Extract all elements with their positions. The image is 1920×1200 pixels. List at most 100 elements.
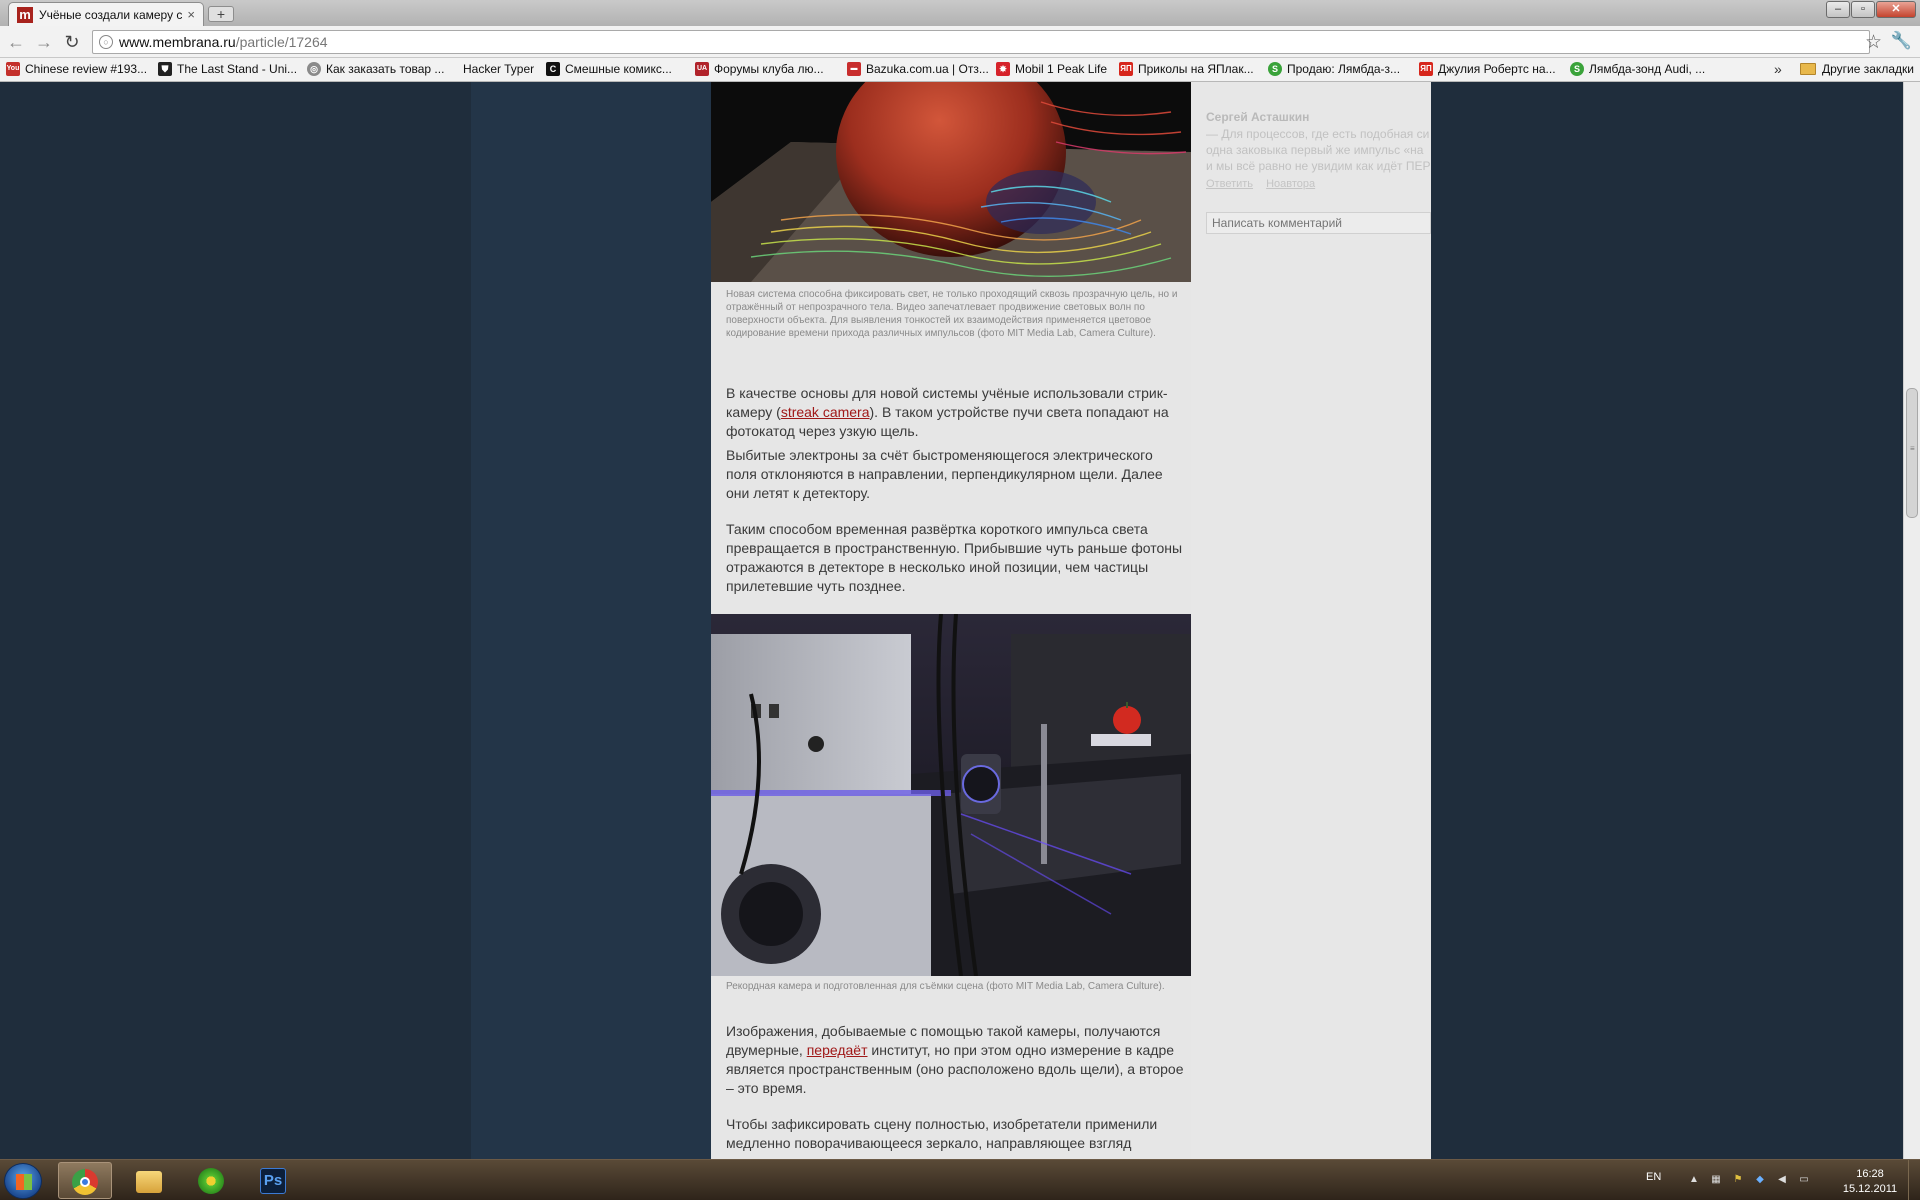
bookmark-item[interactable]: ▬ Bazuka.com.ua | Отз... xyxy=(847,62,989,76)
camera-setup-image xyxy=(711,614,1191,976)
membrana-favicon-icon: m xyxy=(17,6,33,23)
comment-input[interactable] xyxy=(1206,212,1431,234)
figure-tomato-light xyxy=(711,82,1191,282)
bookmark-item[interactable]: ЯП Джулия Робертс на... xyxy=(1419,62,1556,76)
address-bar[interactable]: ○ www.membrana.ru/particle/17264 xyxy=(92,30,1870,54)
tab-strip: m Учёные создали камеру с × + – ▫ ✕ xyxy=(0,0,1920,26)
bookmarks-bar: You Chinese review #193... ⛊ The Last St… xyxy=(0,58,1920,82)
bookmark-label: Лямбда-зонд Audi, ... xyxy=(1589,62,1706,76)
grip-icon: ≡ xyxy=(1910,444,1915,453)
bookmark-item[interactable]: ◎ Как заказать товар ... xyxy=(307,62,444,76)
bookmark-item[interactable]: UA Форумы клуба лю... xyxy=(695,62,824,76)
other-bookmarks-folder[interactable]: Другие закладки xyxy=(1800,62,1914,76)
article: Новая система способна фиксировать свет,… xyxy=(711,82,1191,1159)
taskbar-chrome[interactable] xyxy=(58,1162,112,1199)
article-paragraph: Таким способом временная развёртка корот… xyxy=(726,521,1183,594)
page-viewport: Сергей Асташкин — Для процессов, где ест… xyxy=(0,82,1920,1159)
reload-icon[interactable]: ↻ xyxy=(62,32,82,52)
page-info-icon[interactable]: ○ xyxy=(99,35,113,49)
bookmark-item[interactable]: Hacker Typer xyxy=(463,62,534,76)
source-link[interactable]: передаёт xyxy=(807,1042,868,1058)
bookmark-item[interactable]: ЯП Приколы на ЯПлак... xyxy=(1119,62,1254,76)
clock-time: 16:28 xyxy=(1856,1168,1884,1180)
windows-taskbar: Ps EN ▲ ▦ ⚑ ◆ ◀ ▭ 16:28 15.12.2011 xyxy=(0,1159,1920,1200)
comment-text: — Для процессов, где есть подобная си од… xyxy=(1206,127,1431,173)
streak-camera-link[interactable]: streak camera xyxy=(781,404,870,420)
tomato-light-image xyxy=(711,82,1191,282)
reply-link[interactable]: Ответить xyxy=(1206,178,1253,190)
bookmark-item[interactable]: You Chinese review #193... xyxy=(6,62,147,76)
display-icon[interactable]: ▭ xyxy=(1798,1174,1810,1186)
bookmark-label: Bazuka.com.ua | Отз... xyxy=(866,62,989,76)
bookmark-label: Приколы на ЯПлак... xyxy=(1138,62,1254,76)
figure-caption: Новая система способна фиксировать свет,… xyxy=(726,289,1178,339)
taskbar-explorer[interactable] xyxy=(123,1162,177,1199)
other-bookmarks-label: Другие закладки xyxy=(1822,62,1914,76)
bookmark-label: Hacker Typer xyxy=(463,62,535,76)
bookmark-item[interactable]: S Лямбда-зонд Audi, ... xyxy=(1570,62,1705,76)
language-indicator[interactable]: EN xyxy=(1646,1171,1661,1183)
show-hidden-icons-icon[interactable]: ▲ xyxy=(1688,1174,1700,1186)
tab-title: Учёные создали камеру с xyxy=(39,7,183,22)
new-tab-button[interactable]: + xyxy=(208,6,234,22)
yaplakal-icon: ЯП xyxy=(1419,62,1433,76)
icq-flower-icon xyxy=(198,1168,224,1194)
article-paragraph: Чтобы зафиксировать сцену полностью, изо… xyxy=(726,1116,1158,1151)
volume-icon[interactable]: ◀ xyxy=(1776,1174,1788,1186)
globe-icon: ◎ xyxy=(307,62,321,76)
browser-toolbar: ← → ↻ ○ www.membrana.ru/particle/17264 ☆… xyxy=(0,26,1920,58)
mobil-icon: ✸ xyxy=(996,62,1010,76)
clock[interactable]: 16:28 15.12.2011 xyxy=(1840,1167,1900,1197)
maximize-button[interactable]: ▫ xyxy=(1851,1,1875,18)
sale-icon: S xyxy=(1268,62,1282,76)
start-button[interactable] xyxy=(4,1163,42,1199)
bookmark-item[interactable]: S Продаю: Лямбда-з... xyxy=(1268,62,1400,76)
comics-icon: C xyxy=(546,62,560,76)
taskbar-photoshop[interactable]: Ps xyxy=(247,1162,301,1199)
shield-icon: ⛊ xyxy=(158,62,172,76)
bookmark-label: Chinese review #193... xyxy=(25,62,148,76)
article-paragraph: Выбитые электроны за счёт быстроменяющег… xyxy=(726,447,1163,501)
clock-date: 15.12.2011 xyxy=(1842,1183,1898,1195)
figure-caption: Рекордная камера и подготовленная для съ… xyxy=(726,981,1165,992)
sale-icon: S xyxy=(1570,62,1584,76)
yaplakal-icon: ЯП xyxy=(1119,62,1133,76)
bookmark-label: Форумы клуба лю... xyxy=(714,62,824,76)
bookmark-item[interactable]: C Смешные комикс... xyxy=(546,62,672,76)
scrollbar-thumb[interactable]: ≡ xyxy=(1906,388,1918,518)
more-bookmarks-chevron-icon[interactable]: » xyxy=(1774,61,1782,77)
figure-camera-setup xyxy=(711,614,1191,976)
folder-icon xyxy=(1800,63,1816,75)
url-host: www.membrana.ru xyxy=(119,34,236,50)
tab-active[interactable]: m Учёные создали камеру с × xyxy=(8,2,204,26)
system-tray: EN ▲ ▦ ⚑ ◆ ◀ ▭ 16:28 15.12.2011 xyxy=(1630,1160,1920,1200)
youtube-icon: You xyxy=(6,62,20,76)
bookmark-item[interactable]: ⛊ The Last Stand - Uni... xyxy=(158,62,297,76)
close-window-button[interactable]: ✕ xyxy=(1876,1,1916,18)
bookmark-label: Джулия Робертс на... xyxy=(1438,62,1556,76)
forward-icon[interactable]: → xyxy=(34,32,54,52)
taskbar-icq[interactable] xyxy=(185,1162,239,1199)
article-paragraph: Изображения, добываемые с помощью такой … xyxy=(726,1023,1184,1096)
bookmark-label: Mobil 1 Peak Life xyxy=(1015,62,1108,76)
url-path: /particle/17264 xyxy=(235,34,328,50)
bookmark-item[interactable]: ✸ Mobil 1 Peak Life xyxy=(996,62,1107,76)
bookmark-label: Смешные комикс... xyxy=(565,62,672,76)
comment-author[interactable]: Сергей Асташкин xyxy=(1206,110,1309,124)
bookmark-star-icon[interactable]: ☆ xyxy=(1865,31,1882,54)
dropbox-icon[interactable]: ◆ xyxy=(1754,1174,1766,1186)
window-controls: – ▫ ✕ xyxy=(1826,1,1916,18)
bazuka-icon: ▬ xyxy=(847,62,861,76)
minimize-button[interactable]: – xyxy=(1826,1,1850,18)
wrench-menu-icon[interactable]: 🔧 xyxy=(1891,31,1912,51)
show-desktop-button[interactable] xyxy=(1908,1160,1920,1200)
vertical-scrollbar[interactable]: ≡ xyxy=(1903,82,1920,1159)
bookmark-label: Как заказать товар ... xyxy=(326,62,445,76)
ua-club-icon: UA xyxy=(695,62,709,76)
network-icon[interactable]: ▦ xyxy=(1710,1174,1722,1186)
action-center-flag-icon[interactable]: ⚑ xyxy=(1732,1174,1744,1186)
author-link[interactable]: Ноавтора xyxy=(1266,178,1315,190)
close-tab-icon[interactable]: × xyxy=(187,7,195,22)
photoshop-icon: Ps xyxy=(260,1168,286,1194)
back-icon[interactable]: ← xyxy=(6,32,26,52)
